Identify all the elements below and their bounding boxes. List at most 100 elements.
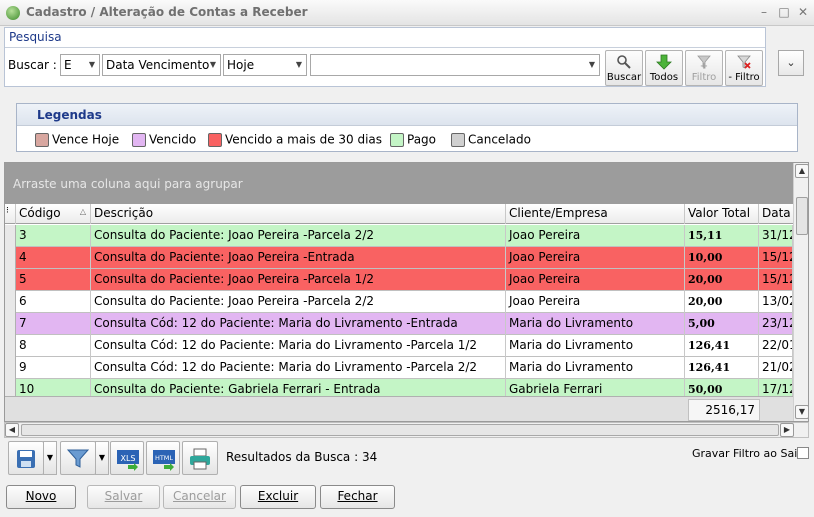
row-indicator[interactable] [5,225,16,247]
legend-swatch [35,132,49,147]
legend-item: Vence Hoje [35,132,119,148]
legend-swatch [390,132,404,147]
chevron-down-icon: ▼ [295,60,302,69]
cell-codigo: 6 [16,291,91,313]
search-value-input[interactable]: ▼ [310,54,600,76]
table-row[interactable]: 7 Consulta Cód: 12 do Paciente: Maria do … [5,313,793,335]
cell-data: 15/12 [759,247,793,269]
column-chooser-icon[interactable]: ⁝ [5,204,16,224]
buscar-label: Buscar [606,72,642,83]
row-indicator[interactable] [5,357,16,379]
salvar-button[interactable]: Salvar [87,485,160,509]
table-row[interactable]: 6 Consulta do Paciente: Joao Pereira -Par… [5,291,793,313]
legend-label: Vencido [149,132,197,147]
excluir-button[interactable]: Excluir [240,485,316,509]
cell-valor: 126,41 [685,357,759,379]
print-button[interactable] [182,441,218,475]
filter-layout-dropdown[interactable]: ▼ [95,441,109,475]
save-layout-button[interactable] [8,441,44,475]
minimize-icon[interactable]: – [756,4,772,20]
period-select[interactable]: Hoje ▼ [223,54,307,76]
grid-footer: 2516,17 [5,396,793,421]
remove-filter-button[interactable]: - Filtro [725,50,763,86]
cell-descricao: Consulta do Paciente: Gabriela Ferrari -… [91,379,506,396]
todos-label: Todos [649,72,679,83]
cell-cliente: Joao Pereira [506,269,685,291]
row-indicator[interactable] [5,247,16,269]
fechar-label: Fechar [337,489,378,503]
svg-text:XLS: XLS [120,454,135,463]
table-row[interactable]: 4 Consulta do Paciente: Joao Pereira -Ent… [5,247,793,269]
horizontal-scrollbar[interactable]: ◀ ▶ [4,422,809,438]
vertical-scrollbar[interactable]: ▲ ▼ [793,163,808,421]
add-filter-label: + Filtro [691,61,717,83]
svg-text:HTML: HTML [155,454,173,462]
chevron-down-icon: ▼ [88,60,95,69]
floppy-filter-icon [17,450,35,468]
expand-button[interactable]: ⌄ [778,50,804,76]
salvar-label: Salvar [104,489,143,503]
table-row[interactable]: 5 Consulta do Paciente: Joao Pereira -Par… [5,269,793,291]
scroll-thumb[interactable] [21,424,779,436]
cell-descricao: Consulta do Paciente: Joao Pereira -Parc… [91,291,506,313]
scroll-down-icon[interactable]: ▼ [795,405,808,419]
column-header-valor[interactable]: Valor Total [685,204,759,224]
cell-cliente: Gabriela Ferrari [506,379,685,396]
export-html-button[interactable]: HTML [146,441,180,475]
accounts-grid[interactable]: Arraste uma coluna aqui para agrupar ⁝ C… [4,162,809,422]
legend-label: Vencido a mais de 30 dias [225,132,383,147]
legend-label: Pago [407,132,437,147]
row-indicator[interactable] [5,269,16,291]
legend-item: Cancelado [451,132,531,148]
cell-valor: 20,00 [685,269,759,291]
export-xls-button[interactable]: XLS [110,441,144,475]
scroll-left-icon[interactable]: ◀ [5,423,19,437]
valor-total-sum: 2516,17 [688,399,760,421]
scroll-right-icon[interactable]: ▶ [780,423,794,437]
operator-value: E [64,58,72,72]
column-header-data[interactable]: Data [759,204,793,224]
legend-item: Vencido a mais de 30 dias [208,132,382,148]
save-filter-label: Gravar Filtro ao Sair [692,447,802,460]
legend-header: Legendas [17,104,797,126]
search-icon [617,55,631,69]
scroll-up-icon[interactable]: ▲ [795,164,808,178]
cell-descricao: Consulta do Paciente: Joao Pereira -Parc… [91,269,506,291]
row-indicator[interactable] [5,313,16,335]
row-indicator[interactable] [5,379,16,396]
save-filter-checkbox[interactable] [797,447,809,459]
add-filter-button[interactable]: + Filtro [685,50,723,86]
column-header-label: Código [19,206,61,220]
table-row[interactable]: 8 Consulta Cód: 12 do Paciente: Maria do … [5,335,793,357]
save-layout-dropdown[interactable]: ▼ [43,441,57,475]
legend-item: Pago [390,132,436,148]
column-header-descricao[interactable]: Descrição [91,204,506,224]
table-row[interactable]: 9 Consulta Cód: 12 do Paciente: Maria do … [5,357,793,379]
legend-swatch [208,132,222,147]
buscar-button[interactable]: Buscar [605,50,643,86]
column-header-cliente[interactable]: Cliente/Empresa [506,204,685,224]
row-indicator[interactable] [5,335,16,357]
cell-cliente: Maria do Livramento [506,313,685,335]
column-header-codigo[interactable]: Código △ [16,204,91,224]
results-count: Resultados da Busca : 34 [226,450,378,464]
scroll-thumb[interactable] [796,197,808,235]
table-row[interactable]: 10 Consulta do Paciente: Gabriela Ferrari… [5,379,793,396]
maximize-icon[interactable]: □ [776,4,792,20]
row-indicator[interactable] [5,291,16,313]
legend-swatch [132,132,146,147]
cell-valor: 5,00 [685,313,759,335]
group-by-panel[interactable]: Arraste uma coluna aqui para agrupar [5,163,793,204]
novo-button[interactable]: Novo [6,485,76,509]
filter-layout-button[interactable] [60,441,96,475]
operator-select[interactable]: E ▼ [60,54,100,76]
cancelar-button[interactable]: Cancelar [163,485,236,509]
fechar-button[interactable]: Fechar [320,485,395,509]
close-icon[interactable]: ✕ [795,4,811,20]
cell-codigo: 10 [16,379,91,396]
todos-button[interactable]: Todos [645,50,683,86]
field-select[interactable]: Data Vencimento ▼ [102,54,221,76]
cell-data: 13/02 [759,291,793,313]
sort-asc-icon: △ [79,207,86,216]
table-row[interactable]: 3 Consulta do Paciente: Joao Pereira -Par… [5,225,793,247]
